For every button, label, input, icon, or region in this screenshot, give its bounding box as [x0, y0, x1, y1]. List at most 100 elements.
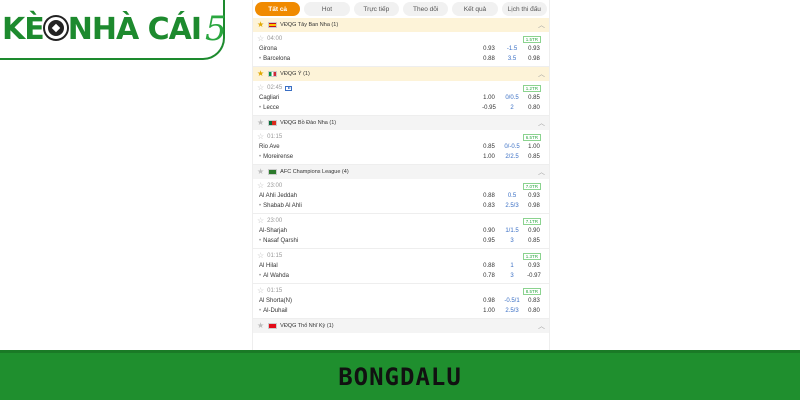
team-row-away: Shabab Al Ahli0.83 2.5/3 0.98 [257, 201, 545, 211]
league-header[interactable]: ★ VĐQG Ý (1) ︿ [253, 67, 549, 81]
odds-value[interactable]: 0.98 [477, 298, 501, 304]
league-name: VĐQG Tây Ban Nha (1) [280, 22, 339, 28]
odds-value[interactable]: 0.88 [477, 193, 501, 199]
tab-5[interactable]: Lịch thi đấu [501, 2, 547, 16]
handicap-value: -0.5/1 [504, 298, 520, 304]
odds-value[interactable]: 0.78 [477, 273, 501, 279]
odds-value[interactable]: 0.85 [477, 144, 501, 150]
odds-value[interactable]: 0.93 [523, 193, 545, 199]
kickoff-time: 23:00 [267, 183, 283, 189]
odds-value[interactable]: 0.88 [477, 263, 501, 269]
star-icon[interactable]: ★ [257, 21, 264, 29]
kickoff-time: 04:00 [267, 36, 283, 42]
flag-icon [268, 22, 278, 28]
league-header[interactable]: ★ VĐQG Bồ Đào Nha (1) ︿ [253, 116, 549, 130]
odds-value[interactable]: -0.95 [477, 105, 501, 111]
team-name: Al Ahli Jeddah [259, 193, 298, 199]
team-name: Lecce [257, 105, 477, 111]
team-row-home: Al Shorta(N) 0.98 -0.5/1 0.83 [257, 296, 545, 306]
site-logo[interactable]: KÈ NHÀ CÁI 5 [0, 0, 227, 60]
star-outline-icon[interactable]: ☆ [257, 133, 264, 141]
handicap-value: 1/1.5 [505, 228, 519, 234]
handicap-value: 0/0.5 [505, 95, 519, 101]
match-header: ☆ 23:00 7.0TR [257, 181, 545, 191]
odds-value[interactable]: 0.93 [477, 46, 501, 52]
match-header: ☆ 23:00 7.1TR [257, 216, 545, 226]
star-outline-icon[interactable]: ☆ [257, 217, 264, 225]
odds-value[interactable]: 1.00 [523, 144, 545, 150]
handicap-value: 3 [510, 273, 514, 279]
chevron-up-icon[interactable]: ︿ [538, 20, 545, 30]
match-row[interactable]: ☆23:00 7.0TR Al Ahli Jeddah 0.88 0.5 0.93 Shab… [253, 179, 549, 214]
tab-1[interactable]: Hot [304, 2, 350, 16]
star-outline-icon[interactable]: ☆ [257, 252, 264, 260]
volume-badge: 7.0TR [522, 182, 541, 190]
match-header: ☆ 01:15 8.5TR [257, 286, 545, 296]
odds-value[interactable]: 0.90 [523, 228, 545, 234]
logo-text: KÈ NHÀ CÁI [2, 11, 202, 47]
odds-value[interactable]: 0.80 [523, 308, 545, 314]
flag-icon [268, 169, 278, 175]
chevron-up-icon[interactable]: ︿ [538, 167, 545, 177]
match-header: ☆ 04:00 1.5TR [257, 34, 545, 44]
star-icon[interactable]: ★ [257, 119, 264, 127]
chevron-up-icon[interactable]: ︿ [538, 118, 545, 128]
odds-value[interactable]: 0.93 [523, 46, 545, 52]
odds-value[interactable]: 0.80 [523, 105, 545, 111]
tab-4[interactable]: Kết quả [452, 2, 498, 16]
flag-icon [268, 323, 278, 329]
odds-value[interactable]: 0.85 [523, 238, 545, 244]
odds-value[interactable]: 0.88 [477, 56, 501, 62]
odds-value[interactable]: 0.90 [477, 228, 501, 234]
volume-badge: 1.3TR [522, 252, 541, 260]
match-row[interactable]: ☆23:007.1TRAl-Sharjah0.901/1.50.90Nasaf … [253, 214, 549, 249]
odds-value[interactable]: 1.00 [477, 95, 501, 101]
odds-value[interactable]: 0.98 [523, 203, 545, 209]
star-icon[interactable]: ★ [257, 70, 264, 78]
league-header[interactable]: ★ VĐQG Tây Ban Nha (1) ︿ [253, 18, 549, 32]
star-icon[interactable]: ★ [257, 168, 264, 176]
flag-icon [268, 120, 278, 126]
team-name: Barcelona [257, 56, 477, 62]
handicap-value: 2.5/3 [505, 203, 519, 209]
star-outline-icon[interactable]: ☆ [257, 182, 264, 190]
match-row[interactable]: ☆01:15 8.5TR Al Shorta(N) 0.98-0.5/10.83 Al-… [253, 284, 549, 319]
chevron-up-icon[interactable]: ︿ [538, 321, 545, 331]
odds-value[interactable]: 1.00 [477, 154, 501, 160]
odds-value[interactable]: 0.85 [523, 95, 545, 101]
star-outline-icon[interactable]: ☆ [257, 35, 264, 43]
tab-2[interactable]: Trực tiếp [353, 2, 399, 16]
live-stream-icon[interactable] [285, 85, 293, 91]
odds-value[interactable]: 0.83 [477, 203, 501, 209]
match-row[interactable]: ☆01:156.5TRRio Ave0.850/-0.51.00Moreiren… [253, 130, 549, 165]
odds-value[interactable]: 1.00 [477, 308, 501, 314]
match-header: ☆ 01:15 1.3TR [257, 251, 545, 261]
league-header[interactable]: ★ AFC Champions League (4) ︿ [253, 165, 549, 179]
match-row[interactable]: ☆04:001.5TRGirona0.93-1.50.93Barcelona0.… [253, 32, 549, 67]
league-header[interactable]: ★ VĐQG Thổ Nhĩ Kỳ (1) ︿ [253, 319, 549, 333]
odds-value[interactable]: 0.83 [523, 298, 545, 304]
kickoff-time: 01:15 [267, 288, 283, 294]
odds-value[interactable]: 0.93 [523, 263, 545, 269]
match-row[interactable]: ☆02:45 1.2TR Cagliari 1.00 0/0.5 0.85 Lecce-0.… [253, 81, 549, 116]
team-name: Rio Ave [259, 144, 280, 150]
soccer-ball-icon [44, 17, 67, 39]
star-icon[interactable]: ★ [257, 322, 264, 330]
handicap-value: -1.5 [506, 46, 518, 52]
league-name: AFC Champions League (4) [280, 169, 349, 175]
handicap-value: 2.5/3 [505, 308, 519, 314]
volume-badge: 1.5TR [522, 35, 541, 43]
star-outline-icon[interactable]: ☆ [257, 84, 264, 92]
odds-value[interactable]: 0.98 [523, 56, 545, 62]
match-row[interactable]: ☆01:15 1.3TR Al Hilal 0.88 1 0.93 Al Wahda0.78… [253, 249, 549, 284]
team-name: Shabab Al Ahli [257, 203, 477, 209]
tab-0[interactable]: Tất cả [255, 2, 301, 16]
league-name: VĐQG Bồ Đào Nha (1) [280, 120, 337, 126]
tab-3[interactable]: Theo dõi [402, 2, 449, 16]
odds-value[interactable]: 0.95 [477, 238, 501, 244]
star-outline-icon[interactable]: ☆ [257, 287, 264, 295]
odds-value[interactable]: 0.85 [523, 154, 545, 160]
chevron-up-icon[interactable]: ︿ [538, 69, 545, 79]
odds-value[interactable]: -0.97 [523, 273, 545, 279]
footer-brand: BONGDALU [338, 362, 462, 391]
